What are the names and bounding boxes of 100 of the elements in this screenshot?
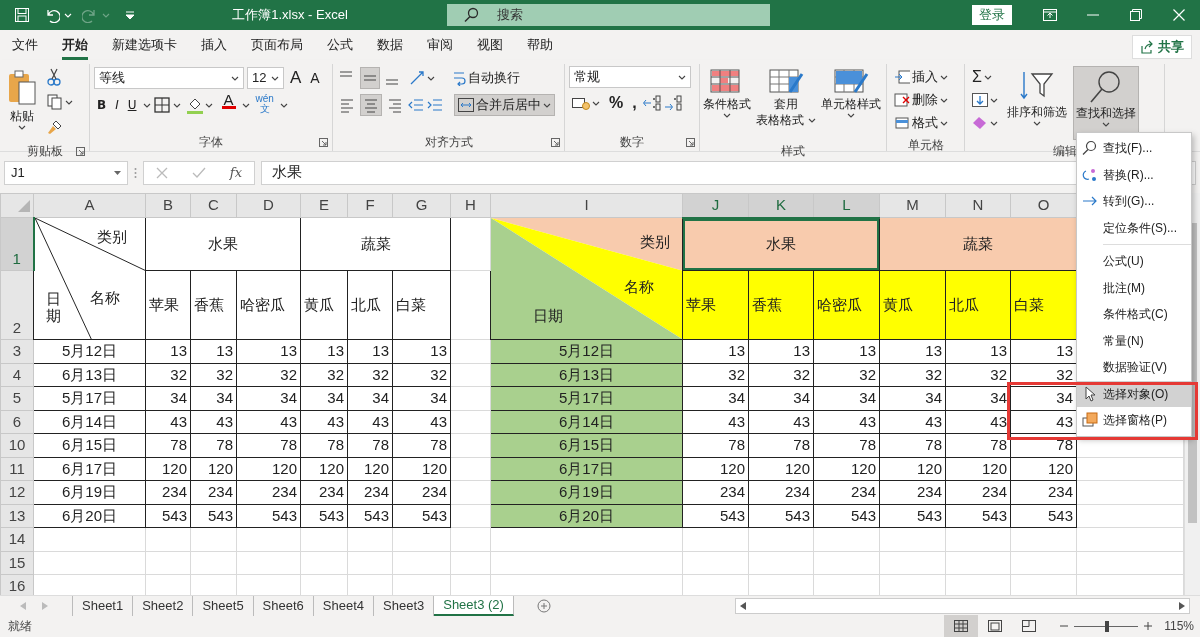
- phonetic-button[interactable]: wén 文: [252, 94, 277, 116]
- column-header[interactable]: L: [813, 193, 880, 218]
- merge-center-button[interactable]: 合并后居中: [454, 94, 555, 116]
- italic-button[interactable]: I: [112, 94, 122, 116]
- column-header[interactable]: K: [748, 193, 814, 218]
- name-box[interactable]: J1: [4, 160, 128, 185]
- menu-item[interactable]: 定位条件(S)...: [1077, 214, 1191, 241]
- menu-tab[interactable]: 帮助: [527, 30, 553, 60]
- table-cell: 32: [748, 363, 814, 387]
- zoom-slider-thumb[interactable]: [1105, 620, 1110, 632]
- shrink-font-button[interactable]: A: [307, 67, 323, 89]
- grow-font-button[interactable]: A: [287, 67, 305, 89]
- underline-button[interactable]: U: [124, 94, 140, 116]
- cells-button[interactable]: 删除: [891, 89, 951, 111]
- column-header[interactable]: E: [300, 193, 348, 218]
- menu-tab[interactable]: 数据: [377, 30, 403, 60]
- view-button[interactable]: [944, 615, 979, 637]
- font-color-button[interactable]: A: [218, 94, 239, 116]
- insert-function-button[interactable]: fx: [229, 162, 242, 183]
- font-size-select[interactable]: 12: [247, 67, 284, 89]
- row-header[interactable]: 14: [0, 527, 34, 551]
- menu-item[interactable]: 公式(U): [1077, 248, 1191, 275]
- sort-filter-button[interactable]: 排序和筛选: [1005, 66, 1069, 140]
- menu-item[interactable]: 条件格式(C): [1077, 301, 1191, 328]
- menu-tab[interactable]: 审阅: [427, 30, 453, 60]
- scroll-left-icon[interactable]: [740, 601, 746, 610]
- bold-button[interactable]: B: [94, 94, 110, 116]
- vertical-align-button[interactable]: [360, 67, 380, 89]
- column-header[interactable]: M: [879, 193, 946, 218]
- menu-tab[interactable]: 开始: [62, 30, 88, 60]
- decrease-decimal-icon[interactable]: [663, 95, 682, 111]
- menu-item[interactable]: 数据验证(V): [1077, 354, 1191, 381]
- share-button[interactable]: 共享: [1132, 35, 1192, 59]
- decrease-indent-icon[interactable]: [408, 98, 424, 112]
- row-header[interactable]: 13: [0, 504, 34, 528]
- menu-item[interactable]: 批注(M): [1077, 274, 1191, 301]
- dialog-launcher-icon[interactable]: [76, 147, 85, 156]
- zoom-level[interactable]: 115%: [1164, 617, 1194, 635]
- sign-in-button[interactable]: 登录: [972, 5, 1012, 25]
- paste-button[interactable]: 粘贴: [4, 66, 40, 140]
- row-header[interactable]: 16: [0, 574, 34, 595]
- number-format-select[interactable]: 常规: [569, 66, 691, 88]
- zoom-in-icon[interactable]: [1144, 622, 1153, 630]
- row-header[interactable]: 12: [0, 480, 34, 504]
- styles-button[interactable]: 套用 表格格式: [754, 66, 818, 140]
- row-header[interactable]: 1: [0, 217, 34, 271]
- add-sheet-icon[interactable]: [536, 598, 551, 613]
- find-select-button[interactable]: 查找和选择: [1073, 66, 1139, 140]
- menu-item[interactable]: 转到(G)...: [1077, 188, 1191, 215]
- column-header[interactable]: H: [450, 193, 491, 218]
- column-header[interactable]: G: [392, 193, 451, 218]
- menu-item[interactable]: 替换(R)...: [1077, 161, 1191, 188]
- menu-item[interactable]: 选择窗格(P): [1077, 407, 1191, 434]
- customize-icon[interactable]: [124, 10, 136, 20]
- styles-button[interactable]: 单元格样式: [819, 66, 883, 140]
- column-header[interactable]: N: [945, 193, 1011, 218]
- column-header[interactable]: F: [347, 193, 393, 218]
- dialog-launcher-icon[interactable]: [551, 138, 560, 147]
- cells-button[interactable]: 插入: [891, 66, 951, 88]
- menu-tab[interactable]: 插入: [201, 30, 227, 60]
- column-header[interactable]: A: [33, 193, 146, 218]
- column-header[interactable]: I: [490, 193, 683, 218]
- menu-tab[interactable]: 新建选项卡: [112, 30, 177, 60]
- row-header[interactable]: 5: [0, 386, 34, 410]
- row-header[interactable]: 4: [0, 363, 34, 387]
- menu-tab[interactable]: 页面布局: [251, 30, 303, 60]
- dialog-launcher-icon[interactable]: [686, 138, 695, 147]
- borders-icon[interactable]: [153, 97, 170, 113]
- column-header[interactable]: J: [682, 193, 749, 218]
- number-style-button[interactable]: ,: [629, 92, 640, 114]
- sheet-tab[interactable]: Sheet3 (2): [434, 595, 514, 616]
- row-header[interactable]: 2: [0, 270, 34, 340]
- horizontal-align-button[interactable]: [360, 94, 382, 116]
- styles-button[interactable]: 条件格式: [701, 66, 753, 140]
- increase-decimal-icon[interactable]: [642, 95, 661, 111]
- increase-indent-icon[interactable]: [427, 98, 443, 112]
- cells-button[interactable]: 格式: [891, 112, 951, 134]
- column-header[interactable]: C: [190, 193, 237, 218]
- column-header[interactable]: D: [236, 193, 301, 218]
- autosum-button[interactable]: Σ: [969, 66, 1001, 88]
- save-icon[interactable]: [14, 7, 30, 23]
- undo-button[interactable]: [44, 7, 72, 23]
- menu-tab[interactable]: 视图: [477, 30, 503, 60]
- row-header[interactable]: 6: [0, 410, 34, 434]
- dialog-launcher-icon[interactable]: [319, 138, 328, 147]
- row-header[interactable]: 3: [0, 339, 34, 363]
- menu-tab[interactable]: 公式: [327, 30, 353, 60]
- row-header[interactable]: 11: [0, 457, 34, 481]
- row-header[interactable]: 15: [0, 551, 34, 575]
- column-header[interactable]: B: [145, 193, 191, 218]
- wrap-text-button[interactable]: 自动换行: [449, 67, 523, 89]
- menu-item[interactable]: 常量(N): [1077, 327, 1191, 354]
- horizontal-scrollbar[interactable]: [735, 597, 1190, 614]
- row-header[interactable]: 10: [0, 433, 34, 457]
- font-name-select[interactable]: 等线: [94, 67, 244, 89]
- number-style-button[interactable]: %: [606, 92, 627, 114]
- column-header[interactable]: O: [1010, 193, 1077, 218]
- menu-tab[interactable]: 文件: [12, 30, 38, 60]
- scroll-right-icon[interactable]: [1179, 601, 1185, 610]
- search-field[interactable]: 搜索: [447, 4, 770, 26]
